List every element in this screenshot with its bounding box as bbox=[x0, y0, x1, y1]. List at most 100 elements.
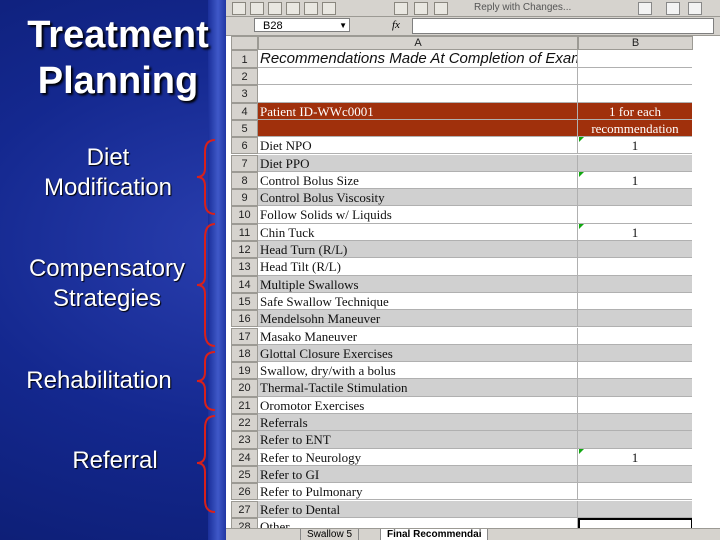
reply-with-changes-button[interactable]: Reply with Changes... bbox=[474, 2, 571, 13]
cell-a[interactable] bbox=[258, 68, 578, 86]
row-header[interactable]: 26 bbox=[231, 483, 258, 501]
select-all-corner[interactable] bbox=[231, 36, 258, 50]
cell-b[interactable] bbox=[578, 379, 693, 397]
row-header[interactable]: 5 bbox=[231, 119, 258, 138]
cell-a[interactable]: Oromotor Exercises bbox=[258, 396, 578, 414]
cell-b[interactable] bbox=[578, 275, 693, 293]
cell-a[interactable]: Chin Tuck bbox=[258, 223, 578, 241]
cell-b[interactable] bbox=[578, 465, 693, 484]
cell-a[interactable]: Control Bolus Size bbox=[258, 171, 578, 190]
cell-a[interactable] bbox=[258, 119, 578, 138]
row-header[interactable]: 8 bbox=[231, 171, 258, 190]
preview-icon[interactable] bbox=[286, 2, 300, 15]
cell-a[interactable]: Follow Solids w/ Liquids bbox=[258, 206, 578, 224]
comment-icon[interactable] bbox=[394, 2, 408, 15]
chevron-down-icon[interactable]: ▼ bbox=[339, 19, 347, 33]
cell-a[interactable]: Masako Maneuver bbox=[258, 327, 578, 345]
cell-a[interactable]: Patient ID-WWc0001 bbox=[258, 102, 578, 120]
sheet-tab-swallow-5[interactable]: Swallow 5 bbox=[300, 529, 360, 540]
cell-a[interactable]: Safe Swallow Technique bbox=[258, 292, 578, 311]
name-box[interactable]: B28 ▼ bbox=[254, 18, 350, 32]
send-icon[interactable] bbox=[434, 2, 448, 15]
row-header[interactable]: 1 bbox=[231, 50, 258, 68]
cell-b[interactable] bbox=[578, 154, 693, 172]
cell-a[interactable]: Refer to Neurology bbox=[258, 448, 578, 466]
cell-a[interactable]: Referrals bbox=[258, 414, 578, 432]
pdf-icon[interactable] bbox=[666, 2, 680, 15]
cell-a[interactable] bbox=[258, 85, 578, 103]
open-icon[interactable] bbox=[232, 2, 246, 15]
row-header[interactable]: 24 bbox=[231, 448, 258, 466]
cell-a[interactable]: Recommendations Made At Completion of Ex… bbox=[258, 50, 578, 68]
row-header[interactable]: 3 bbox=[231, 85, 258, 103]
cell-b[interactable] bbox=[578, 310, 693, 328]
row-header[interactable]: 11 bbox=[231, 223, 258, 241]
cell-b[interactable] bbox=[578, 206, 693, 224]
cell-a[interactable]: Head Tilt (R/L) bbox=[258, 258, 578, 276]
cell-a[interactable]: Head Turn (R/L) bbox=[258, 241, 578, 259]
copy-icon[interactable] bbox=[322, 2, 336, 15]
cell-b[interactable] bbox=[578, 344, 693, 363]
row-header[interactable]: 14 bbox=[231, 275, 258, 293]
cell-a[interactable]: Refer to GI bbox=[258, 465, 578, 484]
cell-b[interactable]: 1 bbox=[578, 137, 693, 155]
cell-a[interactable]: Multiple Swallows bbox=[258, 275, 578, 293]
row-header[interactable]: 25 bbox=[231, 465, 258, 484]
row-header[interactable]: 22 bbox=[231, 414, 258, 432]
row-header[interactable]: 17 bbox=[231, 327, 258, 345]
cell-b[interactable] bbox=[578, 85, 693, 103]
row-header[interactable]: 21 bbox=[231, 396, 258, 414]
formula-input[interactable] bbox=[412, 18, 714, 34]
row-header[interactable]: 20 bbox=[231, 379, 258, 397]
cell-b[interactable] bbox=[578, 414, 693, 432]
cell-b[interactable]: 1 bbox=[578, 223, 693, 241]
column-header-a[interactable]: A bbox=[258, 36, 578, 50]
compare-icon[interactable] bbox=[414, 2, 428, 15]
row-header[interactable]: 18 bbox=[231, 344, 258, 363]
cell-a[interactable]: Swallow, dry/with a bolus bbox=[258, 362, 578, 380]
row-header[interactable]: 27 bbox=[231, 500, 258, 518]
spell-check-icon[interactable] bbox=[304, 2, 318, 15]
cell-b[interactable] bbox=[578, 362, 693, 380]
cell-b[interactable]: 1 bbox=[578, 171, 693, 190]
cell-a[interactable]: Control Bolus Viscosity bbox=[258, 189, 578, 207]
cell-b[interactable] bbox=[578, 68, 693, 86]
cell-b[interactable]: 1 bbox=[578, 448, 693, 466]
cell-a[interactable]: Diet NPO bbox=[258, 137, 578, 155]
pdf-mail-icon[interactable] bbox=[688, 2, 702, 15]
cell-b[interactable] bbox=[578, 258, 693, 276]
cell-a[interactable]: Diet PPO bbox=[258, 154, 578, 172]
row-header[interactable]: 15 bbox=[231, 292, 258, 311]
cell-a[interactable]: Thermal-Tactile Stimulation bbox=[258, 379, 578, 397]
cell-a[interactable]: Refer to Dental bbox=[258, 500, 578, 518]
cell-b[interactable]: 1 for each bbox=[578, 102, 693, 120]
row-header[interactable]: 2 bbox=[231, 68, 258, 86]
menu-icon[interactable] bbox=[638, 2, 652, 15]
cell-a[interactable]: Refer to Pulmonary bbox=[258, 483, 578, 501]
row-header[interactable]: 7 bbox=[231, 154, 258, 172]
cell-b[interactable] bbox=[578, 396, 693, 414]
row-header[interactable]: 10 bbox=[231, 206, 258, 224]
cell-a[interactable]: Glottal Closure Exercises bbox=[258, 344, 578, 363]
cell-b[interactable] bbox=[578, 483, 693, 501]
column-header-b[interactable]: B bbox=[578, 36, 693, 50]
sheet-tab-final-recommendations[interactable]: Final Recommendai bbox=[380, 529, 489, 540]
save-icon[interactable] bbox=[250, 2, 264, 15]
row-header[interactable]: 4 bbox=[231, 102, 258, 120]
cell-b[interactable] bbox=[578, 327, 693, 345]
row-header[interactable]: 6 bbox=[231, 137, 258, 155]
cell-b[interactable] bbox=[578, 50, 693, 68]
cell-b[interactable] bbox=[578, 189, 693, 207]
cell-b[interactable] bbox=[578, 431, 693, 449]
row-header[interactable]: 9 bbox=[231, 189, 258, 207]
row-header[interactable]: 23 bbox=[231, 431, 258, 449]
row-header[interactable]: 16 bbox=[231, 310, 258, 328]
cell-b[interactable]: recommendation bbox=[578, 119, 693, 138]
row-header[interactable]: 13 bbox=[231, 258, 258, 276]
cell-b[interactable] bbox=[578, 500, 693, 518]
row-header[interactable]: 19 bbox=[231, 362, 258, 380]
cell-a[interactable]: Mendelsohn Maneuver bbox=[258, 310, 578, 328]
print-icon[interactable] bbox=[268, 2, 282, 15]
cell-a[interactable]: Refer to ENT bbox=[258, 431, 578, 449]
row-header[interactable]: 12 bbox=[231, 241, 258, 259]
